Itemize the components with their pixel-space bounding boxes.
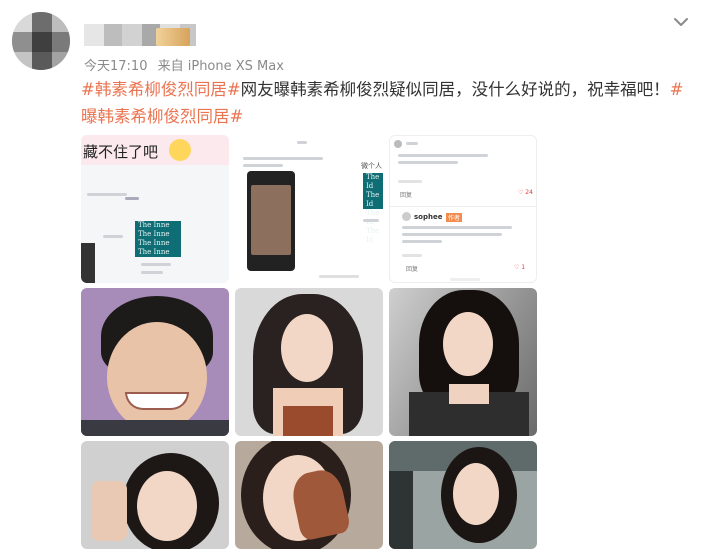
emoji-icon [169, 139, 191, 161]
post-body: 网友曝韩素希柳俊烈疑似同居，没什么好说的，祝幸福吧！ [240, 80, 670, 99]
screenshot-panel: The Inne The Inne The Inne The Inne [135, 221, 181, 257]
image-thumbnail[interactable]: 藏不住了吧 The Inne The Inne The Inne The Inn… [81, 135, 229, 283]
image-thumbnail[interactable] [81, 441, 229, 549]
member-badge-icon [156, 28, 190, 46]
avatar[interactable] [12, 12, 70, 70]
screenshot-panel: The Id The Id The Id The Id [363, 173, 383, 244]
image-thumbnail[interactable] [81, 288, 229, 436]
image-thumbnail[interactable]: The Id The Id The Id The Id 微个人 [235, 135, 383, 283]
image-caption: 藏不住了吧 [83, 143, 159, 161]
phone-screenshot [247, 171, 295, 271]
post-time[interactable]: 今天17:10 [84, 59, 147, 74]
image-thumbnail[interactable]: 回复 ♡ 24 sophee 作者 回复 ♡ 1 [389, 135, 537, 283]
chevron-down-icon[interactable] [671, 12, 691, 32]
image-thumbnail[interactable] [235, 441, 383, 549]
image-thumbnail[interactable] [389, 441, 537, 549]
post-source[interactable]: 来自 iPhone XS Max [158, 59, 284, 74]
image-thumbnail[interactable]: bit [389, 288, 537, 436]
image-thumbnail[interactable] [235, 288, 383, 436]
post-text: #韩素希柳俊烈同居#网友曝韩素希柳俊烈疑似同居，没什么好说的，祝幸福吧！#曝韩素… [81, 76, 691, 130]
hashtag-link[interactable]: #韩素希柳俊烈同居# [81, 80, 241, 99]
post-meta: 今天17:10 来自 iPhone XS Max [84, 55, 290, 74]
username-blurred[interactable] [84, 24, 214, 46]
weibo-post: 今天17:10 来自 iPhone XS Max #韩素希柳俊烈同居#网友曝韩素… [0, 0, 709, 549]
